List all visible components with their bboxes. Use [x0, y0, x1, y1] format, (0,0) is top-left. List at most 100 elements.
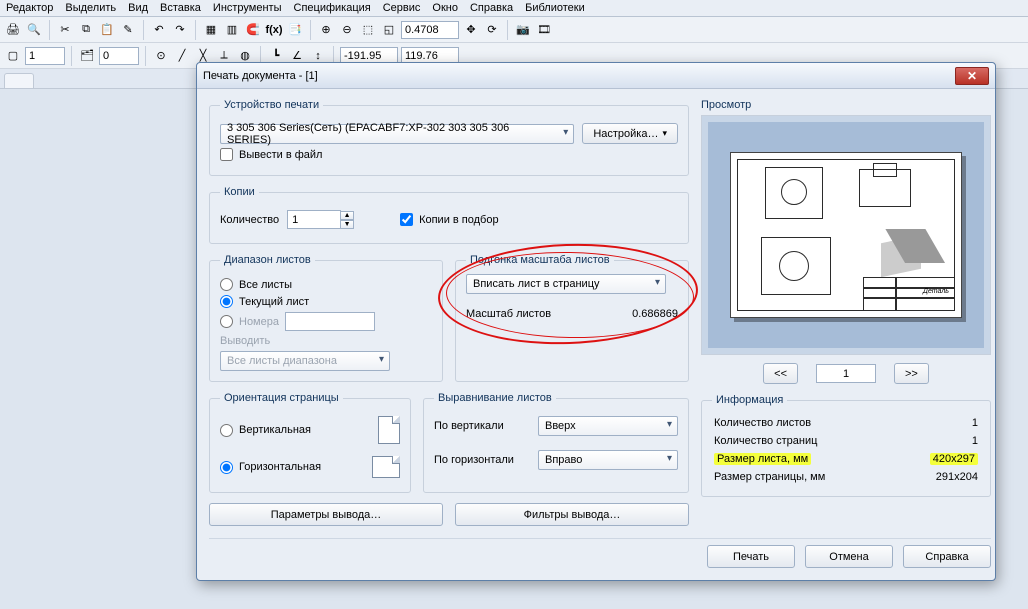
qty-down-icon[interactable]: ▼ [340, 220, 354, 229]
pager: << >> [701, 363, 991, 384]
halign-select[interactable]: Вправо [538, 450, 678, 470]
range-group: Диапазон листов Все листы Текущий лист Н… [209, 254, 443, 382]
fit-group: Подгонка масштаба листов Вписать лист в … [455, 254, 689, 382]
snap2-icon[interactable]: ╱ [173, 47, 191, 65]
grid-icon[interactable]: ▦ [202, 21, 220, 39]
fit-mode-select[interactable]: Вписать лист в страницу [466, 274, 666, 294]
qty-up-icon[interactable]: ▲ [340, 211, 354, 220]
to-file-checkbox[interactable] [220, 148, 233, 161]
menu-view[interactable]: Вид [128, 2, 148, 14]
redo-icon[interactable]: ↷ [171, 21, 189, 39]
output-label: Выводить [220, 335, 270, 347]
main-menubar: Редактор Выделить Вид Вставка Инструмент… [0, 0, 1028, 17]
dialog-titlebar: Печать документа - [1] ✕ [197, 63, 995, 89]
radio-vertical[interactable] [220, 424, 233, 437]
next-page-button[interactable]: >> [894, 363, 929, 384]
numbers-field[interactable] [285, 312, 375, 331]
info-sheets-label: Количество листов [714, 417, 811, 429]
menu-editor[interactable]: Редактор [6, 2, 53, 14]
radio-all[interactable] [220, 278, 233, 291]
settings-button[interactable]: Настройка…▾ [582, 123, 678, 144]
camera-icon[interactable]: 📷 [514, 21, 532, 39]
pan-icon[interactable]: ✥ [462, 21, 480, 39]
radio-numbers[interactable] [220, 315, 233, 328]
page-portrait-icon [378, 416, 400, 444]
print-button[interactable]: Печать [707, 545, 795, 568]
sheet-icon[interactable]: ▢ [4, 47, 22, 65]
halign-value: Вправо [545, 454, 582, 466]
tab-1[interactable] [4, 73, 34, 88]
zoom-window-icon[interactable]: ⬚ [359, 21, 377, 39]
zoom-value-input[interactable] [401, 21, 459, 39]
zoom-fit-icon[interactable]: ◱ [380, 21, 398, 39]
collate-checkbox[interactable] [400, 213, 413, 226]
paste-icon[interactable]: 📋 [98, 21, 116, 39]
device-group: Устройство печати 3 305 306 Series(Сеть)… [209, 99, 689, 176]
printer-value: 3 305 306 Series(Сеть) (EPACABF7:XP-302 … [227, 122, 555, 146]
copies-group: Копии Количество ▲▼ Копии в подбор [209, 186, 689, 244]
right-panel: Просмотр [701, 99, 991, 526]
zoom-out-icon[interactable]: ⊖ [338, 21, 356, 39]
output-filters-button[interactable]: Фильтры вывода… [455, 503, 689, 526]
zoom-in-icon[interactable]: ⊕ [317, 21, 335, 39]
output-params-button[interactable]: Параметры вывода… [209, 503, 443, 526]
qty-label: Количество [220, 214, 279, 226]
radio-current[interactable] [220, 295, 233, 308]
color-number-input[interactable] [99, 47, 139, 65]
layer-icon[interactable]: ▥ [223, 21, 241, 39]
orient-legend: Ориентация страницы [220, 392, 343, 404]
preview-icon[interactable]: 🔍 [25, 21, 43, 39]
undo-icon[interactable]: ↶ [150, 21, 168, 39]
cut-icon[interactable]: ✂ [56, 21, 74, 39]
device-legend: Устройство печати [220, 99, 323, 111]
menu-select[interactable]: Выделить [65, 2, 116, 14]
fx-icon[interactable]: f(x) [265, 21, 283, 39]
fit-mode-value: Вписать лист в страницу [473, 278, 600, 290]
output-value: Все листы диапазона [227, 355, 337, 367]
collate-label: Копии в подбор [419, 214, 499, 226]
radio-all-label: Все листы [239, 279, 292, 291]
qty-input[interactable] [287, 210, 341, 229]
refresh-icon[interactable]: ⟳ [483, 21, 501, 39]
output-select[interactable]: Все листы диапазона [220, 351, 390, 371]
page-number-input[interactable] [816, 364, 876, 383]
print-icon[interactable]: 🖨 [4, 21, 22, 39]
halign-label: По горизонтали [434, 454, 530, 466]
help-button[interactable]: Справка [903, 545, 991, 568]
valign-select[interactable]: Вверх [538, 416, 678, 436]
film-icon[interactable]: 🎞 [535, 21, 553, 39]
magnet-icon[interactable]: 🧲 [244, 21, 262, 39]
vars-icon[interactable]: 📑 [286, 21, 304, 39]
menu-window[interactable]: Окно [432, 2, 458, 14]
close-button[interactable]: ✕ [955, 67, 989, 85]
info-pages-label: Количество страниц [714, 435, 817, 447]
cancel-button[interactable]: Отмена [805, 545, 893, 568]
menu-spec[interactable]: Спецификация [294, 2, 371, 14]
info-group: Информация Количество листов1 Количество… [701, 394, 991, 497]
align-legend: Выравнивание листов [434, 392, 556, 404]
scale-label: Масштаб листов [466, 308, 551, 320]
info-pages-value: 1 [972, 435, 978, 447]
radio-horizontal[interactable] [220, 461, 233, 474]
fit-legend: Подгонка масштаба листов [466, 254, 614, 266]
copy-icon[interactable]: ⧉ [77, 21, 95, 39]
menu-tools[interactable]: Инструменты [213, 2, 282, 14]
preview-label: Просмотр [701, 99, 991, 111]
menu-libs[interactable]: Библиотеки [525, 2, 585, 14]
qty-stepper[interactable]: ▲▼ [287, 210, 354, 229]
menu-insert[interactable]: Вставка [160, 2, 201, 14]
printer-select[interactable]: 3 305 306 Series(Сеть) (EPACABF7:XP-302 … [220, 124, 574, 144]
menu-service[interactable]: Сервис [383, 2, 421, 14]
menu-help[interactable]: Справка [470, 2, 513, 14]
layers-icon[interactable]: 🗂 [78, 47, 96, 65]
print-dialog: Печать документа - [1] ✕ Устройство печа… [196, 62, 996, 581]
brush-icon[interactable]: ✎ [119, 21, 137, 39]
layer-number-input[interactable] [25, 47, 65, 65]
preview-sheet: Деталь [730, 152, 962, 318]
horizontal-label: Горизонтальная [239, 461, 321, 473]
prev-page-button[interactable]: << [763, 363, 798, 384]
align-group: Выравнивание листов По вертикали Вверх П… [423, 392, 689, 493]
snap1-icon[interactable]: ⊙ [152, 47, 170, 65]
to-file-label: Вывести в файл [239, 149, 322, 161]
radio-current-label: Текущий лист [239, 296, 309, 308]
